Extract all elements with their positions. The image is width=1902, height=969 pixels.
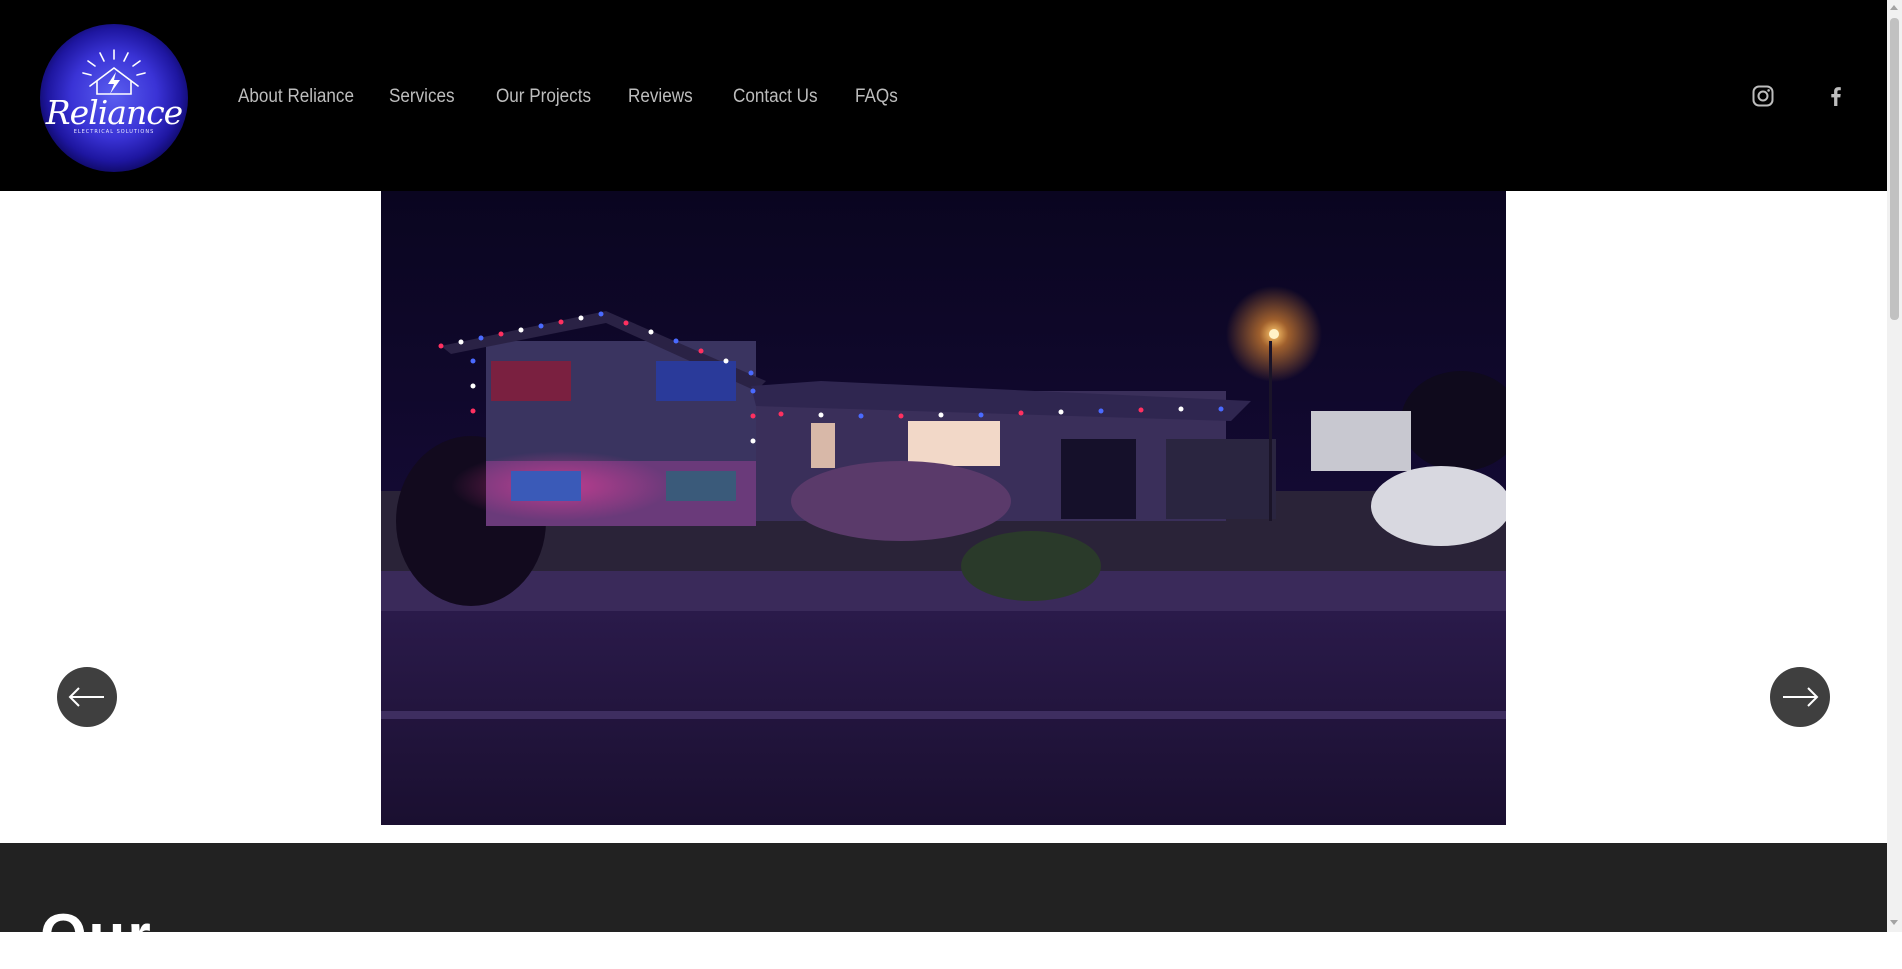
nav-item-reviews[interactable]: Reviews <box>628 84 693 110</box>
nav-item-our-projects[interactable]: Our Projects <box>496 84 591 110</box>
facebook-icon[interactable] <box>1824 84 1848 108</box>
logo-tagline: ELECTRICAL SOLUTIONS <box>73 129 155 135</box>
reliance-logo[interactable]: Reliance ELECTRICAL SOLUTIONS <box>40 24 188 172</box>
gallery-prev-button[interactable] <box>57 667 117 727</box>
section-band <box>0 843 1887 932</box>
gallery-slide-image[interactable] <box>381 191 1506 825</box>
scroll-thumb[interactable] <box>1890 18 1899 320</box>
arrow-left-icon <box>68 687 104 707</box>
logo-brand-text: Reliance <box>45 93 183 132</box>
arrow-right-icon <box>1783 687 1819 707</box>
nav-item-services[interactable]: Services <box>389 84 455 110</box>
project-gallery <box>0 191 1887 843</box>
section-heading: Our <box>40 902 153 969</box>
nav-item-faqs[interactable]: FAQs <box>855 84 898 110</box>
gallery-next-button[interactable] <box>1770 667 1830 727</box>
site-header: Reliance ELECTRICAL SOLUTIONS About Reli… <box>0 0 1887 191</box>
nav-item-about-reliance[interactable]: About Reliance <box>238 84 354 110</box>
scroll-down-arrow-icon[interactable] <box>1890 920 1898 925</box>
page-scrollbar[interactable] <box>1887 0 1902 932</box>
scroll-up-arrow-icon[interactable] <box>1890 5 1898 10</box>
instagram-icon[interactable] <box>1751 84 1775 108</box>
house-with-holiday-lights-image <box>381 191 1506 825</box>
nav-item-contact-us[interactable]: Contact Us <box>733 84 818 110</box>
